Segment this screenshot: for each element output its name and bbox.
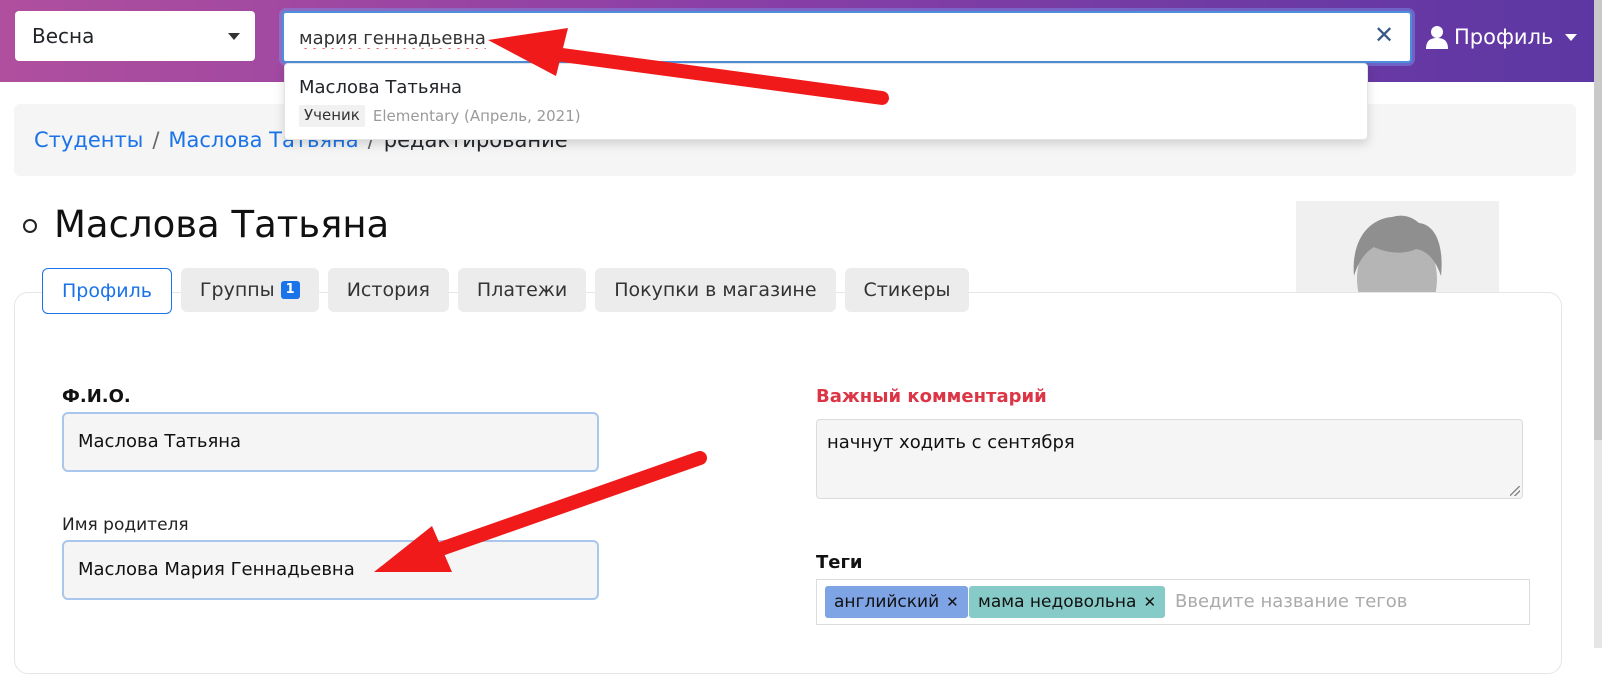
chevron-down-icon [228,33,240,40]
tab-label: Группы [199,279,275,301]
breadcrumb-students-link[interactable]: Студенты [34,128,143,152]
tag-chip: английский ✕ [825,586,968,618]
groups-count-badge: 1 [280,281,300,299]
tags-input-placeholder: Введите название тегов [1175,591,1408,612]
scrollbar[interactable] [1594,0,1602,648]
parent-name-input[interactable]: Маслова Мария Геннадьевна [62,540,599,600]
important-comment-value: начнут ходить с сентября [827,432,1075,453]
parent-name-label: Имя родителя [62,515,189,535]
tab-profile[interactable]: Профиль [42,268,172,314]
tab-label: История [346,279,430,301]
tag-chip-label: мама недовольна [978,592,1137,612]
fio-input[interactable]: Маслова Татьяна [62,412,599,472]
tab-payments[interactable]: Платежи [457,268,587,312]
student-search-box[interactable]: ✕ [282,11,1412,63]
important-comment-textarea[interactable]: начнут ходить с сентября [816,419,1523,499]
search-results-dropdown: Маслова Татьяна Ученик Elementary (Апрел… [284,63,1368,140]
tags-input[interactable]: английский ✕ мама недовольна ✕ Введите наз… [816,579,1530,625]
tab-history[interactable]: История [327,268,449,312]
search-result-group: Elementary (Апрель, 2021) [372,107,581,125]
important-comment-label: Важный комментарий [816,386,1047,407]
profile-menu-label: Профиль [1454,25,1554,49]
season-select[interactable]: Весна [15,11,255,61]
search-result-name[interactable]: Маслова Татьяна [299,77,462,98]
chevron-down-icon [1565,33,1578,41]
tags-label: Теги [816,552,863,573]
tab-label: Покупки в магазине [614,279,817,301]
tab-stickers[interactable]: Стикеры [844,268,970,312]
student-search-input[interactable] [297,21,1351,55]
search-result-role-badge: Ученик [299,105,365,127]
scrollbar-thumb[interactable] [1594,0,1602,440]
close-icon[interactable]: ✕ [1372,23,1396,47]
fio-label: Ф.И.О. [62,386,131,407]
parent-name-input-value: Маслова Мария Геннадьевна [78,559,355,580]
fio-input-value: Маслова Татьяна [78,431,242,452]
tab-label: Платежи [476,279,568,301]
resize-handle-icon[interactable] [1510,486,1520,496]
tab-label: Стикеры [863,279,951,301]
season-select-value: Весна [32,24,95,48]
status-circle-icon [23,219,37,233]
tag-chip-label: английский [834,592,940,612]
tab-groups[interactable]: Группы 1 [180,268,319,312]
remove-tag-icon[interactable]: ✕ [1143,593,1156,611]
remove-tag-icon[interactable]: ✕ [946,593,959,611]
profile-menu[interactable]: Профиль [1426,22,1578,52]
tab-shop-purchases[interactable]: Покупки в магазине [595,268,836,312]
student-tabs: Профиль Группы 1 История Платежи Покупки … [42,268,978,314]
page-title: Маслова Татьяна [54,203,390,246]
tag-chip: мама недовольна ✕ [969,586,1166,618]
breadcrumb-separator: / [152,128,160,152]
search-result-meta[interactable]: Ученик Elementary (Апрель, 2021) [299,105,581,127]
tab-label: Профиль [62,280,152,302]
user-icon [1426,26,1448,49]
